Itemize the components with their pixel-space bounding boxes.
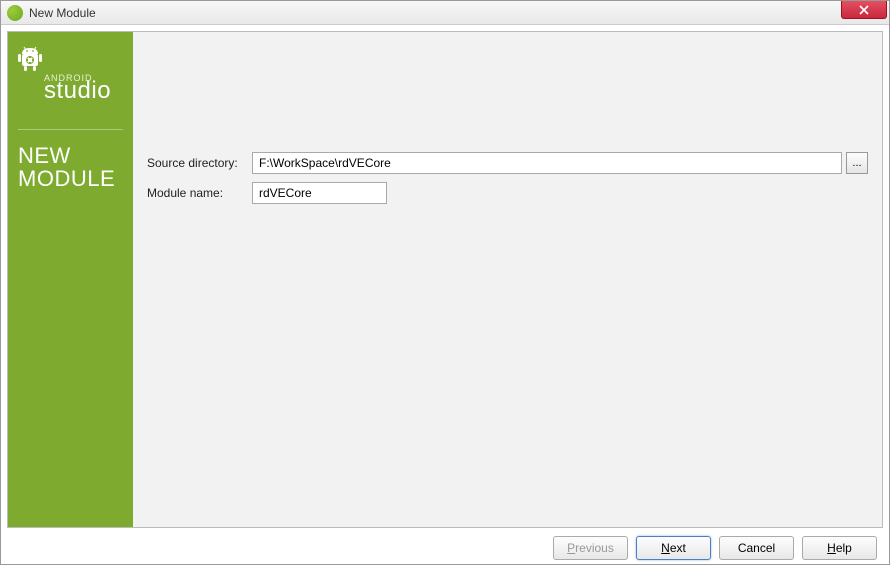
- wizard-heading-line2: MODULE: [18, 167, 123, 190]
- wizard-sidebar: ANDROID studio NEW MODULE: [8, 32, 133, 527]
- source-directory-row: Source directory: ...: [147, 152, 868, 174]
- wizard-heading: NEW MODULE: [18, 144, 123, 190]
- cancel-button[interactable]: Cancel: [719, 536, 794, 560]
- next-button[interactable]: Next: [636, 536, 711, 560]
- previous-button: Previous: [553, 536, 628, 560]
- source-directory-label: Source directory:: [147, 156, 252, 170]
- module-name-label: Module name:: [147, 186, 252, 200]
- module-name-input[interactable]: [252, 182, 387, 204]
- window-title: New Module: [29, 6, 96, 20]
- app-icon: [7, 5, 23, 21]
- browse-button[interactable]: ...: [846, 152, 868, 174]
- close-icon: [859, 5, 869, 15]
- brand-logo: ANDROID studio: [18, 46, 123, 105]
- dialog-body: ANDROID studio NEW MODULE Source directo…: [1, 25, 889, 566]
- brand-large-text: studio: [44, 77, 123, 105]
- dialog-buttons: Previous Next Cancel Help: [7, 528, 883, 560]
- titlebar: New Module: [1, 1, 889, 25]
- help-button[interactable]: Help: [802, 536, 877, 560]
- content-panel: ANDROID studio NEW MODULE Source directo…: [7, 31, 883, 528]
- close-button[interactable]: [841, 1, 887, 19]
- wizard-heading-line1: NEW: [18, 144, 123, 167]
- android-icon: [18, 46, 123, 75]
- module-name-row: Module name:: [147, 182, 868, 204]
- form-area: Source directory: ... Module name:: [133, 32, 882, 527]
- sidebar-divider: [18, 129, 123, 130]
- source-directory-input[interactable]: [252, 152, 842, 174]
